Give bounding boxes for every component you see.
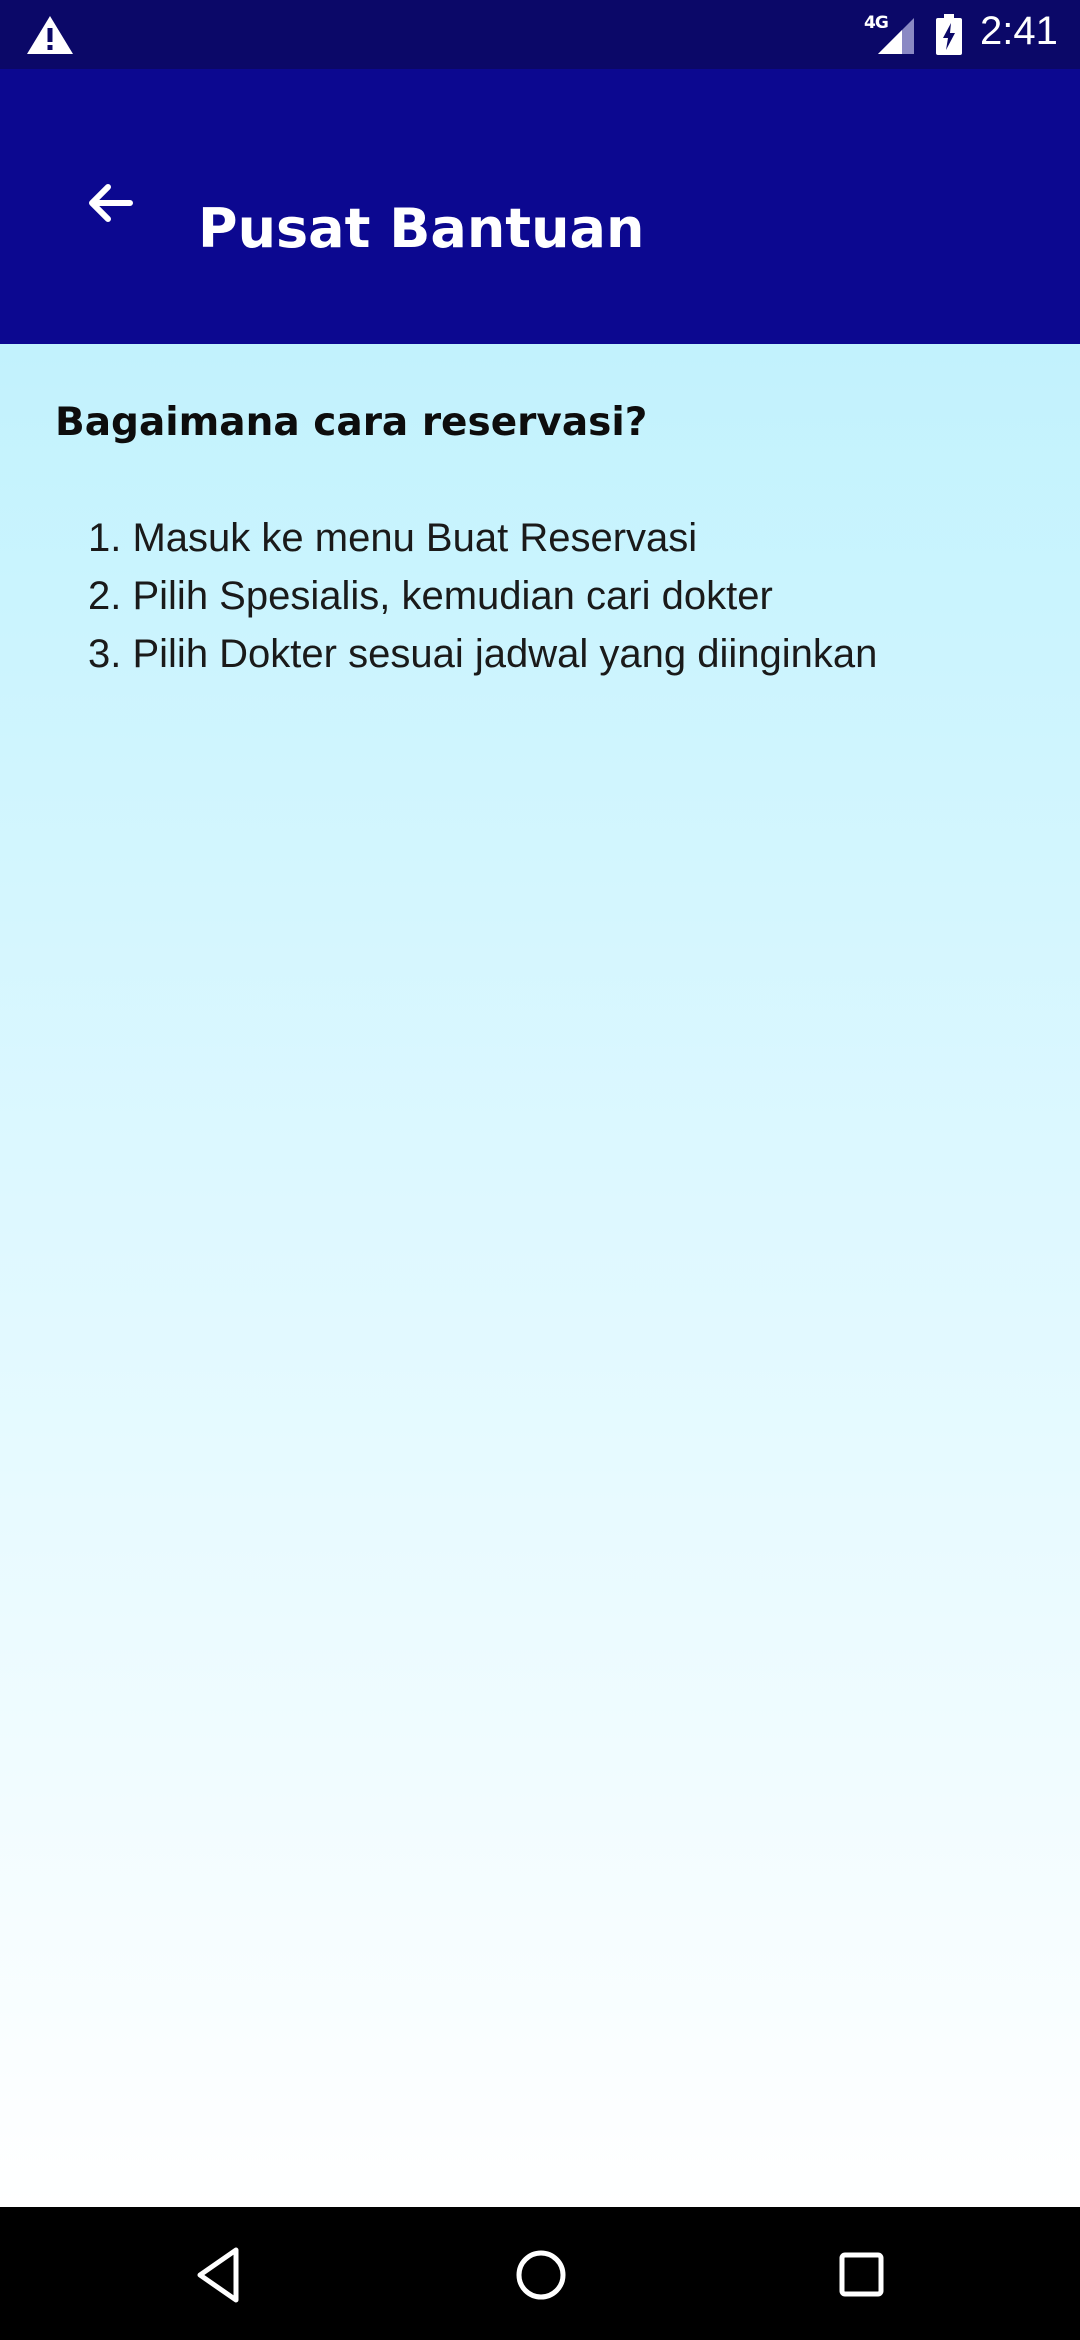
nav-back-button[interactable]: [186, 2240, 256, 2310]
list-item: 2. Pilih Spesialis, kemudian cari dokter: [88, 574, 773, 618]
warning-icon: [25, 14, 75, 56]
back-button[interactable]: [70, 165, 150, 245]
status-bar: 4G 2:41: [0, 0, 1080, 69]
nav-recents-button[interactable]: [826, 2240, 896, 2310]
help-content: Bagaimana cara reservasi? 1. Masuk ke me…: [0, 344, 1080, 2207]
page-title: Pusat Bantuan: [198, 197, 645, 260]
nav-back-icon: [186, 2247, 256, 2314]
list-item: 1. Masuk ke menu Buat Reservasi: [88, 516, 698, 560]
faq-question: Bagaimana cara reservasi?: [55, 400, 648, 445]
list-item: 3. Pilih Dokter sesuai jadwal yang diing…: [88, 632, 878, 676]
arrow-left-icon: [70, 184, 150, 249]
battery-charging-icon: [935, 14, 963, 56]
signal-icon: [876, 16, 916, 56]
nav-recents-icon: [826, 2252, 896, 2314]
nav-home-button[interactable]: [506, 2240, 576, 2310]
clock: 2:41: [980, 9, 1058, 53]
nav-home-icon: [506, 2250, 576, 2314]
steps-list: 1. Masuk ke menu Buat Reservasi 2. Pilih…: [88, 509, 877, 683]
navigation-bar: [0, 2207, 1080, 2340]
